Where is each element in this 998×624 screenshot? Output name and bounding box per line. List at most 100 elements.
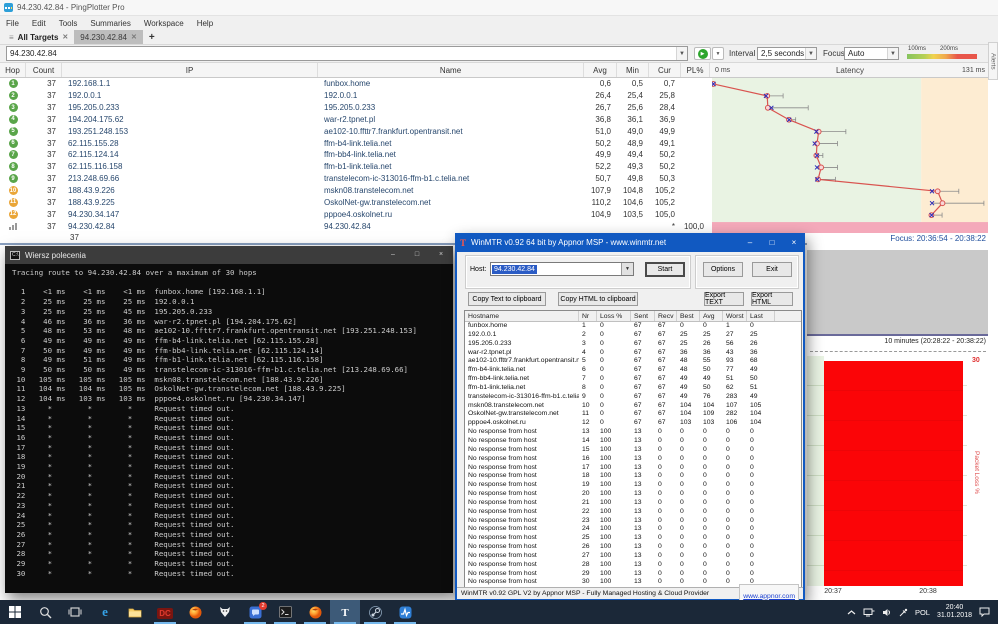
usb-device-icon[interactable] xyxy=(899,608,908,617)
pingplotter-titlebar[interactable]: 94.230.42.84 - PingPlotter Pro xyxy=(0,0,998,16)
winmtr-row[interactable]: No response from host171001300000 xyxy=(465,464,801,473)
winmtr-row[interactable]: No response from host131001300000 xyxy=(465,428,801,437)
winmtr-row[interactable]: No response from host261001300000 xyxy=(465,543,801,552)
winmtr-row[interactable]: OskolNet-gw.transtelecom.net110676710410… xyxy=(465,410,801,419)
copy-html-button[interactable]: Copy HTML to clipboard xyxy=(558,292,638,306)
alerts-side-tab[interactable]: Alerts xyxy=(988,42,998,80)
focus-dropdown-icon[interactable]: ▼ xyxy=(887,48,898,59)
messaging-app[interactable]: 2 xyxy=(240,600,270,624)
table-row[interactable]: 1037188.43.9.226mskn08.transtelecom.net1… xyxy=(0,185,712,197)
column-header-pl[interactable]: PL% xyxy=(681,63,710,77)
interval-dropdown-icon[interactable]: ▼ xyxy=(805,48,816,59)
winmtr-header-nr[interactable]: Nr xyxy=(579,311,597,321)
table-row[interactable]: 237192.0.0.1192.0.0.126,425,425,8 xyxy=(0,90,712,102)
start-button[interactable] xyxy=(0,600,30,624)
menu-workspace[interactable]: Workspace xyxy=(144,19,184,28)
menu-file[interactable]: File xyxy=(6,19,19,28)
winmtr-maximize-button[interactable]: □ xyxy=(761,233,783,252)
winmtr-titlebar[interactable]: T WinMTR v0.92 64 bit by Appnor MSP - ww… xyxy=(455,233,805,252)
column-header-avg[interactable]: Avg xyxy=(584,63,617,77)
cmd-titlebar[interactable]: C:\ Wiersz polecenia – □ × xyxy=(5,246,453,264)
winmtr-row[interactable]: No response from host221001300000 xyxy=(465,508,801,517)
target-input[interactable]: 94.230.42.84 ▼ xyxy=(6,46,688,61)
export-text-button[interactable]: Export TEXT xyxy=(704,292,744,306)
dc-app[interactable]: DC xyxy=(150,600,180,624)
wolf-app[interactable] xyxy=(210,600,240,624)
winmtr-minimize-button[interactable]: – xyxy=(739,233,761,252)
table-row[interactable]: 1137188.43.9.225OskolNet-gw.transtelecom… xyxy=(0,196,712,208)
winmtr-row[interactable]: No response from host281001300000 xyxy=(465,561,801,570)
host-dropdown-icon[interactable]: ▼ xyxy=(621,263,633,275)
focus-select[interactable]: Auto ▼ xyxy=(844,47,899,60)
table-row[interactable]: 437194.204.175.62war-r2.tpnet.pl36,836,1… xyxy=(0,114,712,126)
column-header-min[interactable]: Min xyxy=(617,63,649,77)
winmtr-row[interactable]: No response from host181001300000 xyxy=(465,472,801,481)
winmtr-row[interactable]: No response from host151001300000 xyxy=(465,446,801,455)
winmtr-header-worst[interactable]: Worst xyxy=(723,311,747,321)
tab-close-icon[interactable]: ✕ xyxy=(131,33,137,41)
appnor-link[interactable]: www.appnor.com xyxy=(743,593,795,600)
exit-button[interactable]: Exit xyxy=(752,262,792,277)
winmtr-row[interactable]: No response from host211001300000 xyxy=(465,499,801,508)
volume-icon[interactable] xyxy=(882,608,892,617)
winmtr-header-last[interactable]: Last xyxy=(747,311,775,321)
table-row[interactable]: 3794.230.42.8494.230.42.84*100,0 xyxy=(0,220,712,232)
search-button[interactable] xyxy=(30,600,60,624)
cmd-minimize-button[interactable]: – xyxy=(381,246,405,264)
winmtr-header-recv[interactable]: Recv xyxy=(655,311,677,321)
table-row[interactable]: 123794.230.34.147pppoe4.oskolnet.ru104,9… xyxy=(0,208,712,220)
steam-app[interactable] xyxy=(360,600,390,624)
winmtr-header-hostname[interactable]: Hostname xyxy=(465,311,579,321)
winmtr-row[interactable]: No response from host291001300000 xyxy=(465,570,801,579)
edge-app[interactable]: e xyxy=(90,600,120,624)
menu-tools[interactable]: Tools xyxy=(59,19,78,28)
pingplotter-app[interactable] xyxy=(390,600,420,624)
column-header-cur[interactable]: Cur xyxy=(649,63,681,77)
column-header-hop[interactable]: Hop xyxy=(0,63,26,77)
menu-edit[interactable]: Edit xyxy=(32,19,46,28)
winmtr-row[interactable]: transtelecom-ic-313016-ffm-b1.c.telia...… xyxy=(465,393,801,402)
table-row[interactable]: 137192.168.1.1funbox.home0,60,50,7 xyxy=(0,78,712,90)
language-indicator[interactable]: POL xyxy=(915,608,930,617)
table-row[interactable]: 83762.115.116.158ffm-b1-link.telia.net52… xyxy=(0,161,712,173)
tab-close-icon[interactable]: ✕ xyxy=(62,33,68,41)
table-row[interactable]: 73762.115.124.14ffm-bb4-link.telia.net49… xyxy=(0,149,712,161)
interval-select[interactable]: 2,5 seconds ▼ xyxy=(757,47,817,60)
export-html-button[interactable]: Export HTML xyxy=(751,292,793,306)
column-header-count[interactable]: Count xyxy=(26,63,62,77)
winmtr-header-avg[interactable]: Avg xyxy=(700,311,723,321)
column-header-ip[interactable]: IP xyxy=(62,63,318,77)
winmtr-row[interactable]: 192.0.0.120676725252725 xyxy=(465,331,801,340)
winmtr-row[interactable]: No response from host241001300000 xyxy=(465,525,801,534)
target-dropdown-icon[interactable]: ▼ xyxy=(676,47,687,60)
winmtr-header-sent[interactable]: Sent xyxy=(631,311,655,321)
table-row[interactable]: 537193.251.248.153ae102-10.ffttr7.frankf… xyxy=(0,125,712,137)
winmtr-row[interactable]: No response from host161001300000 xyxy=(465,455,801,464)
host-combobox[interactable]: 94.230.42.84 ▼ xyxy=(490,262,634,276)
winmtr-row[interactable]: pppoe4.oskolnet.ru1206767103103106104 xyxy=(465,419,801,428)
new-tab-button[interactable]: + xyxy=(143,30,161,44)
winmtr-app[interactable]: T xyxy=(330,600,360,624)
winmtr-row[interactable]: No response from host141001300000 xyxy=(465,437,801,446)
action-center-icon[interactable] xyxy=(979,607,990,617)
table-row[interactable]: 63762.115.155.28ffm-b4-link.telia.net50,… xyxy=(0,137,712,149)
start-trace-button[interactable]: ▶ xyxy=(694,47,711,60)
firefox-app-2[interactable] xyxy=(300,600,330,624)
start-trace-dropdown[interactable]: ▼ xyxy=(712,47,724,60)
start-button[interactable]: Start xyxy=(645,262,685,277)
copy-text-button[interactable]: Copy Text to clipboard xyxy=(468,292,546,306)
winmtr-row[interactable]: ffm-b4-link.telia.net60676748507749 xyxy=(465,366,801,375)
winmtr-row[interactable]: 195.205.0.23330676725265626 xyxy=(465,340,801,349)
winmtr-row[interactable]: funbox.home1067670010 xyxy=(465,322,801,331)
tab-94-230-42-84[interactable]: 94.230.42.84✕ xyxy=(74,30,143,44)
firefox-app[interactable] xyxy=(180,600,210,624)
clock[interactable]: 20:40 31.01.2018 xyxy=(937,604,972,620)
winmtr-row[interactable]: No response from host231001300000 xyxy=(465,517,801,526)
winmtr-header-best[interactable]: Best xyxy=(677,311,700,321)
winmtr-row[interactable]: ae102-10.ffttr7.frankfurt.opentransit.ne… xyxy=(465,357,801,366)
command-prompt-app[interactable] xyxy=(270,600,300,624)
network-icon[interactable] xyxy=(863,608,875,617)
table-row[interactable]: 337195.205.0.233195.205.0.23326,725,628,… xyxy=(0,102,712,114)
column-header-name[interactable]: Name xyxy=(318,63,584,77)
table-row[interactable]: 937213.248.69.66transtelecom-ic-313016-f… xyxy=(0,173,712,185)
